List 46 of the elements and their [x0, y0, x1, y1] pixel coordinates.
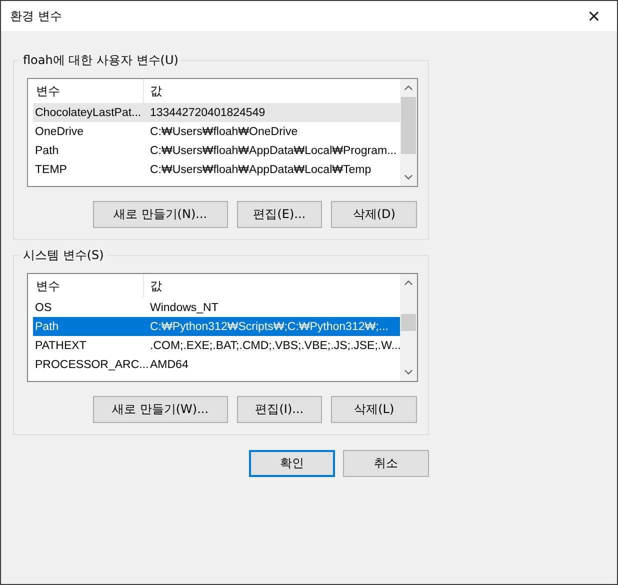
scrollbar[interactable] [400, 274, 417, 381]
column-header[interactable]: 변수 [28, 274, 144, 298]
dialog-button[interactable]: 편집(I)... [236, 396, 322, 423]
variable-name: OneDrive [34, 124, 85, 140]
variable-name: ChocolateyLastPat... [34, 106, 142, 120]
scroll-up-icon[interactable] [404, 85, 413, 91]
dialog-button[interactable]: 새로 만들기(W)... [93, 396, 228, 423]
variable-value: 133442720401824549 [149, 106, 266, 120]
scrollbar-thumb[interactable] [401, 97, 416, 154]
close-button[interactable]: ✕ [571, 1, 617, 31]
variable-row[interactable]: OneDrive C:₩Users₩floah₩OneDrive [33, 122, 400, 141]
variable-value: C:₩Users₩floah₩AppData₩Local₩Program... [149, 144, 397, 158]
scrollbar[interactable] [400, 79, 417, 186]
variable-value: Windows_NT [149, 300, 218, 316]
dialog-button[interactable]: 확인 [249, 450, 335, 477]
column-header[interactable]: 값 [144, 274, 400, 298]
variable-name: PATHEXT [34, 338, 88, 354]
variable-name: PROCESSOR_ARC... [34, 358, 146, 372]
variable-value: .COM;.EXE;.BAT;.CMD;.VBS;.VBE;.JS;.JSE;.W... [149, 338, 401, 354]
variable-row[interactable]: Path C:₩Python312₩Scripts₩;C:₩Python312₩;... [33, 317, 400, 336]
dialog-button[interactable]: 삭제(D) [331, 201, 417, 228]
variable-value: C:₩Python312₩Scripts₩;C:₩Python312₩;... [149, 320, 388, 334]
scroll-up-icon[interactable] [404, 280, 413, 286]
dialog-button[interactable]: 취소 [343, 450, 429, 477]
scrollbar-thumb[interactable] [401, 314, 416, 331]
scroll-down-icon[interactable] [404, 174, 413, 180]
group-title: floah에 대한 사용자 변수(U) [20, 52, 182, 69]
variable-row[interactable]: PROCESSOR_ARC...AMD64 [33, 355, 400, 374]
variable-name: Path [34, 144, 60, 158]
group-title: 시스템 변수(S) [20, 247, 107, 264]
dialog-button[interactable]: 삭제(L) [331, 396, 417, 423]
scroll-down-icon[interactable] [404, 369, 413, 375]
window-title: 환경 변수 [10, 8, 62, 24]
variable-row[interactable]: OS Windows_NT [33, 298, 400, 317]
variable-name: OS [34, 300, 53, 316]
variable-name: Path [34, 320, 60, 334]
variable-row[interactable]: TEMP C:₩Users₩floah₩AppData₩Local₩Temp [33, 160, 400, 179]
variable-value: C:₩Users₩floah₩OneDrive [149, 124, 298, 140]
variable-row[interactable]: PATHEXT .COM;.EXE;.BAT;.CMD;.VBS;.VBE;.JS;.JSE;.W... [33, 336, 400, 355]
variable-value: AMD64 [149, 358, 188, 372]
variable-row[interactable]: Path C:₩Users₩floah₩AppData₩Local₩Program... [33, 141, 400, 160]
dialog-button[interactable]: 편집(E)... [236, 201, 322, 228]
dialog-button[interactable]: 새로 만들기(N)... [93, 201, 228, 228]
column-header[interactable]: 값 [144, 79, 400, 103]
variable-value: C:₩Users₩floah₩AppData₩Local₩Temp [149, 162, 372, 178]
variable-name: TEMP [34, 162, 68, 178]
